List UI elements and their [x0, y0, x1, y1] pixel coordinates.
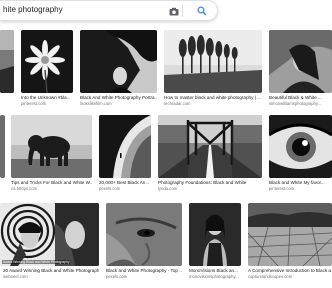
search-bar[interactable]: hite photography — [0, 0, 218, 21]
result-title-7[interactable]: 20,000+ Best Black An... — [99, 180, 151, 185]
result-title-3[interactable]: How to master black and white photograph… — [164, 95, 262, 100]
result-source-11: pexels.com — [106, 274, 128, 279]
search-icon[interactable] — [196, 5, 208, 17]
result-title-10[interactable]: 20 Award Winning Black and White Photogr… — [3, 268, 99, 273]
result-title-2[interactable]: Black And White Photography Portra... — [80, 95, 157, 100]
result-image-10[interactable]: Award Winning Black and White Photograph… — [0, 203, 99, 266]
result-title-1[interactable]: Into the Unknown #bla... — [21, 95, 73, 100]
result-title-4[interactable]: Beautiful Black & White ... — [269, 95, 332, 100]
result-title-6[interactable]: Tips and Tricks For Black and White W... — [11, 180, 92, 185]
result-image-6[interactable] — [11, 115, 92, 178]
search-input[interactable]: hite photography — [3, 5, 63, 14]
result-source-4: simonwilliamsphotography... — [269, 101, 322, 106]
result-source-10: webneel.com — [3, 274, 28, 279]
result-image-3[interactable] — [164, 30, 262, 93]
result-title-11[interactable]: Black and White Photography - Top ... — [106, 268, 182, 273]
result-image-4[interactable] — [269, 30, 332, 93]
result-caption-10: Award Winning Black and White Photograph… — [2, 260, 71, 264]
camera-icon[interactable] — [168, 5, 180, 17]
result-image-11[interactable] — [106, 203, 182, 266]
result-image-8[interactable] — [158, 115, 262, 178]
result-title-8[interactable]: Photography Foundations: Black and White — [158, 180, 262, 185]
result-title-12[interactable]: MonoVisions Black an... — [189, 268, 241, 273]
search-separator — [182, 5, 183, 17]
result-source-2: lookslikefilm.com — [80, 101, 112, 106]
result-image-0[interactable] — [0, 30, 14, 93]
result-image-9[interactable] — [269, 115, 332, 178]
result-source-7: pexels.com — [99, 186, 121, 191]
result-image-12[interactable] — [189, 203, 241, 266]
result-source-9: pinterest.com — [269, 186, 295, 191]
result-image-2[interactable] — [80, 30, 157, 93]
result-source-1: pinterest.com — [21, 101, 47, 106]
result-source-8: lynda.com — [158, 186, 178, 191]
result-image-7[interactable] — [99, 115, 151, 178]
result-image-1[interactable] — [21, 30, 73, 93]
result-source-3: techradar.com — [164, 101, 191, 106]
result-source-13: capturelandscapes.com — [248, 274, 293, 279]
result-source-6: ca.500px.com — [11, 186, 38, 191]
result-title-9[interactable]: Black and White My favor... — [269, 180, 332, 185]
result-source-12: monovisionsphotography... — [189, 274, 239, 279]
result-title-13[interactable]: A Comprehensive Introduction to Black a.… — [248, 268, 332, 273]
result-image-13[interactable] — [248, 203, 332, 266]
result-image-5[interactable] — [0, 115, 5, 178]
